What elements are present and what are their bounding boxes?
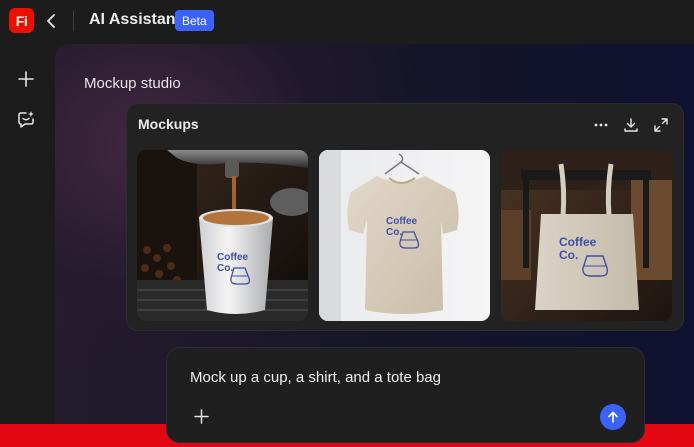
tote-brand-line1: Coffee — [559, 235, 597, 249]
prompt-input[interactable]: Mock up a cup, a shirt, and a tote bag — [190, 369, 441, 386]
card-title: Mockups — [138, 116, 199, 132]
mockups-card: Mockups Coffee Co. Coffee Co. Coffee Co. — [126, 103, 684, 331]
app-logo[interactable]: Fi — [9, 8, 34, 33]
back-button[interactable] — [44, 11, 58, 31]
chevron-left-icon — [47, 14, 55, 28]
cup-brand-line2: Co. — [217, 263, 233, 274]
beta-badge: Beta — [175, 10, 214, 31]
card-actions — [593, 117, 669, 133]
attach-button[interactable] — [191, 406, 211, 426]
mockup-shirt[interactable]: Coffee Co. — [319, 150, 490, 321]
left-rail — [0, 42, 52, 447]
more-icon — [594, 123, 608, 127]
arrow-up-icon — [608, 411, 618, 423]
page-title: Mockup studio — [84, 75, 181, 92]
prompt-box[interactable]: Mock up a cup, a shirt, and a tote bag — [166, 347, 645, 443]
app-window: Fi AI Assistant Beta Mockup studio Mocku… — [0, 0, 694, 447]
tote-brand-line2: Co. — [559, 248, 578, 262]
chat-history-button[interactable] — [13, 107, 39, 133]
plus-icon — [18, 71, 34, 87]
send-button[interactable] — [600, 404, 626, 430]
header-divider — [73, 11, 74, 31]
mockup-tote-bag[interactable]: Coffee Co. — [501, 150, 672, 321]
shirt-brand-line2: Co. — [386, 227, 402, 238]
expand-icon — [654, 118, 668, 132]
shirt-brand-line1: Coffee — [386, 216, 418, 227]
expand-button[interactable] — [653, 117, 669, 133]
download-icon — [624, 118, 638, 132]
cup-brand-line1: Coffee — [217, 252, 249, 263]
chat-sparkle-icon — [18, 111, 34, 128]
app-title: AI Assistant — [89, 11, 181, 28]
top-bar: Fi AI Assistant Beta — [0, 0, 694, 42]
download-button[interactable] — [623, 117, 639, 133]
plus-icon — [193, 408, 209, 424]
tote-mockup-image: Coffee Co. — [501, 150, 672, 321]
shirt-mockup-image: Coffee Co. — [319, 150, 490, 321]
new-chat-button[interactable] — [13, 66, 39, 92]
cup-mockup-image: Coffee Co. — [137, 150, 308, 321]
mockup-cup[interactable]: Coffee Co. — [137, 150, 308, 321]
more-button[interactable] — [593, 117, 609, 133]
